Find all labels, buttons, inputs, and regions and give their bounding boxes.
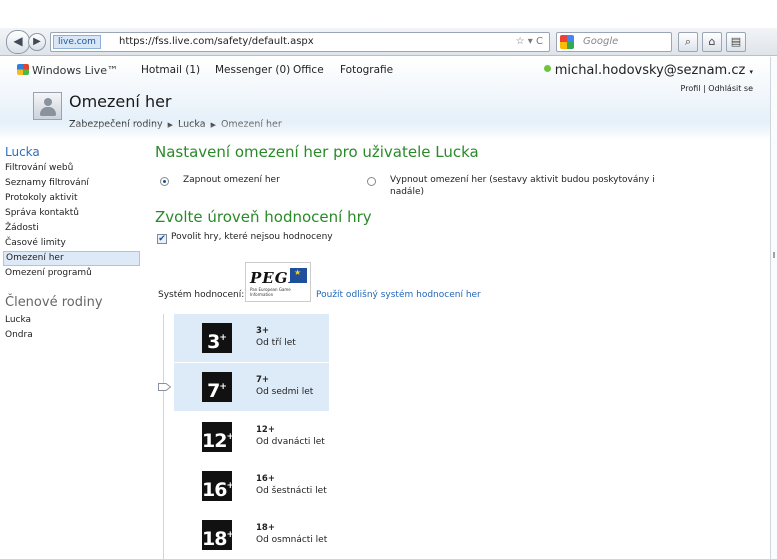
avatar [33,92,62,120]
sidebar-item-contacts[interactable]: Správa kontaktů [5,206,140,221]
user-email[interactable]: michal.hodovsky@seznam.cz [555,63,746,78]
rating-code: 12+ [256,425,275,435]
menu-icon: ▤ [730,35,742,48]
rating-description: Od sedmi let [256,387,314,397]
search-button[interactable]: ⌕ [678,32,698,52]
rating-slider-handle[interactable] [158,383,171,391]
checkmark-icon: ✔ [158,234,166,244]
nav-messenger[interactable]: Messenger (0) [215,64,290,76]
rating-level-heading: Zvolte úroveň hodnocení hry [155,208,372,226]
rating-code: 16+ [256,474,275,484]
family-member-lucka[interactable]: Lucka [5,313,140,328]
address-bar[interactable]: live.com https://fss.live.com/safety/def… [50,32,550,52]
pegi-16-badge: 16+ [202,471,234,501]
rating-12[interactable]: 12+ 12+ Od dvanácti let [174,413,329,461]
sidebar-item-game-restrictions[interactable]: Omezení her [3,251,140,266]
option-enable-label[interactable]: Zapnout omezení her [183,174,363,186]
rating-3[interactable]: 3+ 3+ Od tří let [174,314,329,362]
sidebar-item-filter-lists[interactable]: Seznamy filtrování [5,176,140,191]
vertical-scrollbar[interactable] [770,57,777,559]
allow-unrated-checkbox[interactable]: ✔ [157,234,167,244]
arrow-left-icon: ◀ [13,34,23,48]
family-member-ondra[interactable]: Ondra [5,328,140,343]
menu-button[interactable]: ▤ [726,32,746,52]
sidebar-item-activity-logs[interactable]: Protokoly aktivit [5,191,140,206]
breadcrumb-link-lucka[interactable]: Lucka [178,119,206,130]
breadcrumb-separator-icon: ▶ [210,121,216,129]
breadcrumb-link-family-safety[interactable]: Zabezpečení rodiny [69,119,163,130]
search-placeholder: Google [583,36,619,47]
pegi-3-badge: 3+ [202,323,232,353]
nav-office[interactable]: Office [293,64,324,76]
forward-button[interactable]: ▶ [28,33,46,51]
breadcrumb-current: Omezení her [220,119,282,130]
rating-description: Od tří let [256,338,296,348]
pegi-12-badge: 12+ [202,422,234,452]
rating-code: 7+ [256,375,270,385]
breadcrumb-separator-icon: ▶ [167,121,174,129]
brand-label: Windows Live™ [32,64,119,77]
user-links[interactable]: Profil | Odhlásit se [681,84,753,93]
breadcrumb: Zabezpečení rodiny ▶ Lucka ▶ Omezení her [69,119,282,130]
browser-toolbar: ◀ ▶ live.com https://fss.live.com/safety… [0,28,777,56]
rating-code: 3+ [256,326,270,336]
rating-18[interactable]: 18+ 18+ Od osmnácti let [174,511,329,559]
rating-description: Od šestnácti let [256,486,327,496]
sidebar-item-requests[interactable]: Žádosti [5,221,140,236]
online-status-icon [543,65,551,72]
pegi-7-badge: 7+ [202,372,232,402]
page-title: Omezení her [69,92,172,111]
scrollbar-grip[interactable] [773,252,775,258]
arrow-right-icon: ▶ [33,36,41,47]
radio-enable-restrictions[interactable] [160,177,169,186]
rating-16[interactable]: 16+ 16+ Od šestnácti let [174,462,329,510]
pegi-tagline: Pan European Game Information [250,287,291,297]
page-header: Windows Live™ Hotmail (1) Messenger (0) … [0,57,777,139]
pegi-logo: PEGI Pan European Game Information [245,262,311,302]
url-text[interactable]: https://fss.live.com/safety/default.aspx [119,33,314,51]
rating-description: Od osmnácti let [256,535,328,545]
sidebar-owner-link[interactable]: Lucka [5,145,140,159]
sidebar-item-web-filtering[interactable]: Filtrování webů [5,161,140,176]
rating-description: Od dvanácti let [256,437,325,447]
rating-code: 18+ [256,523,275,533]
magnifier-icon: ⌕ [684,35,692,48]
chevron-down-icon[interactable]: ▾ [749,68,753,76]
nav-photos[interactable]: Fotografie [340,64,393,76]
rating-7[interactable]: 7+ 7+ Od sedmi let [174,363,329,411]
reload-icon[interactable]: C [536,36,543,47]
option-disable-label[interactable]: Vypnout omezení her (sestavy aktivit bud… [390,174,680,198]
search-engine-icon[interactable] [560,35,574,49]
windows-live-logo[interactable]: Windows Live™ [17,64,118,77]
home-button[interactable]: ⌂ [702,32,722,52]
home-icon: ⌂ [708,35,716,48]
sidebar: Lucka Filtrování webů Seznamy filtrování… [3,145,140,343]
eu-flag-icon [290,268,307,283]
sidebar-item-program-restrictions[interactable]: Omezení programů [5,266,140,281]
user-menu[interactable]: michal.hodovsky@seznam.cz ▾ [543,63,753,78]
rating-slider-track[interactable] [163,314,171,559]
allow-unrated-label[interactable]: Povolit hry, které nejsou hodnoceny [171,232,333,242]
sidebar-item-time-limits[interactable]: Časové limity [5,236,140,251]
url-bar-icons: ☆ ▾ C [515,36,543,47]
windows-flag-icon [17,64,29,75]
radio-disable-restrictions[interactable] [367,177,376,186]
back-button[interactable]: ◀ [6,30,30,54]
star-icon[interactable]: ☆ [516,36,525,47]
settings-heading: Nastavení omezení her pro uživatele Luck… [155,143,479,161]
search-box[interactable]: Google [556,32,672,52]
rating-system-label: Systém hodnocení: [158,290,245,300]
family-members-heading: Členové rodiny [5,295,103,310]
nav-hotmail[interactable]: Hotmail (1) [141,64,200,76]
site-identity-badge[interactable]: live.com [53,35,101,49]
pegi-18-badge: 18+ [202,520,234,550]
use-different-system-link[interactable]: Použít odlišný systém hodnocení her [316,290,481,300]
